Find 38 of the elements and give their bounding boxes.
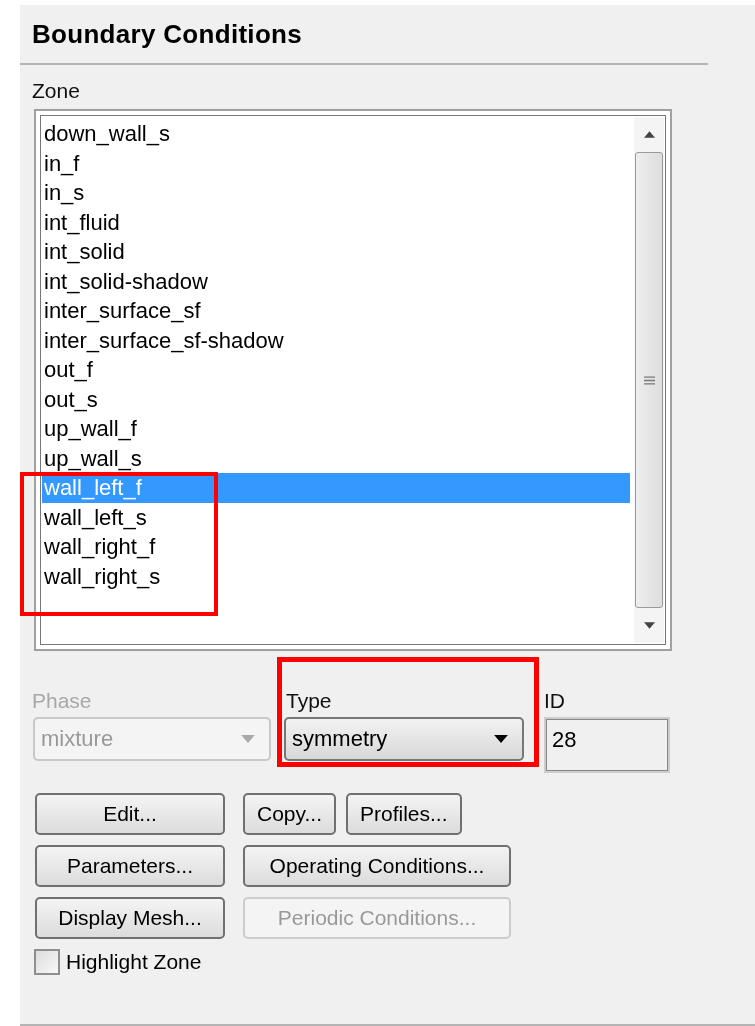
dialog-button[interactable]: Parameters...: [35, 845, 225, 887]
zone-list-item[interactable]: up_wall_s: [42, 443, 630, 473]
zone-list-item[interactable]: out_f: [42, 355, 630, 385]
id-field[interactable]: 28: [544, 717, 670, 773]
dialog-button[interactable]: Copy...: [243, 793, 336, 835]
scrollbar-thumb[interactable]: [635, 152, 663, 608]
zone-list-item[interactable]: down_wall_s: [42, 119, 630, 149]
zone-list-item[interactable]: out_s: [42, 384, 630, 414]
zone-list-item[interactable]: wall_right_f: [42, 532, 630, 562]
dialog-button[interactable]: Operating Conditions...: [243, 845, 511, 887]
grip-icon: [643, 374, 655, 386]
zone-list-item[interactable]: inter_surface_sf-shadow: [42, 325, 630, 355]
checkbox-label: Highlight Zone: [66, 950, 202, 974]
dialog-button[interactable]: Display Mesh...: [35, 897, 225, 939]
dialog-button[interactable]: Profiles...: [345, 793, 462, 835]
zone-list-item[interactable]: wall_right_s: [42, 561, 630, 591]
type-dropdown[interactable]: symmetry: [284, 717, 524, 761]
id-label: ID: [544, 689, 566, 713]
zone-list-item[interactable]: int_solid: [42, 237, 630, 267]
zone-list-item[interactable]: inter_surface_sf: [42, 296, 630, 326]
zone-list-item[interactable]: wall_left_s: [42, 502, 630, 532]
zone-list-item[interactable]: in_f: [42, 148, 630, 178]
scroll-down-icon[interactable]: [643, 622, 655, 629]
checkbox[interactable]: [34, 949, 60, 975]
zone-list[interactable]: down_wall_s in_f in_s int_fluid int_solid int_solid-shadow inter_surface_sf inter_surface_sf-shadow out_f out_s up_wall_f up_wall_s wall_left_f wall_left_s wall_right_f wall_right_s: [34, 109, 672, 651]
caret-icon: [494, 735, 508, 743]
zone-list-item[interactable]: int_fluid: [42, 207, 630, 237]
zone-label: Zone: [31, 79, 81, 103]
zone-list-item[interactable]: in_s: [42, 178, 630, 208]
zone-list-item[interactable]: up_wall_f: [42, 414, 630, 444]
type-label: Type: [285, 689, 333, 713]
panel-title: Boundary Conditions: [31, 18, 304, 51]
caret-icon: [241, 735, 255, 743]
scrollbar[interactable]: [634, 117, 664, 643]
dialog-button[interactable]: Edit...: [35, 793, 225, 835]
phase-label: Phase: [31, 689, 93, 713]
scroll-up-icon[interactable]: [643, 131, 655, 138]
zone-list-item[interactable]: int_solid-shadow: [42, 266, 630, 296]
